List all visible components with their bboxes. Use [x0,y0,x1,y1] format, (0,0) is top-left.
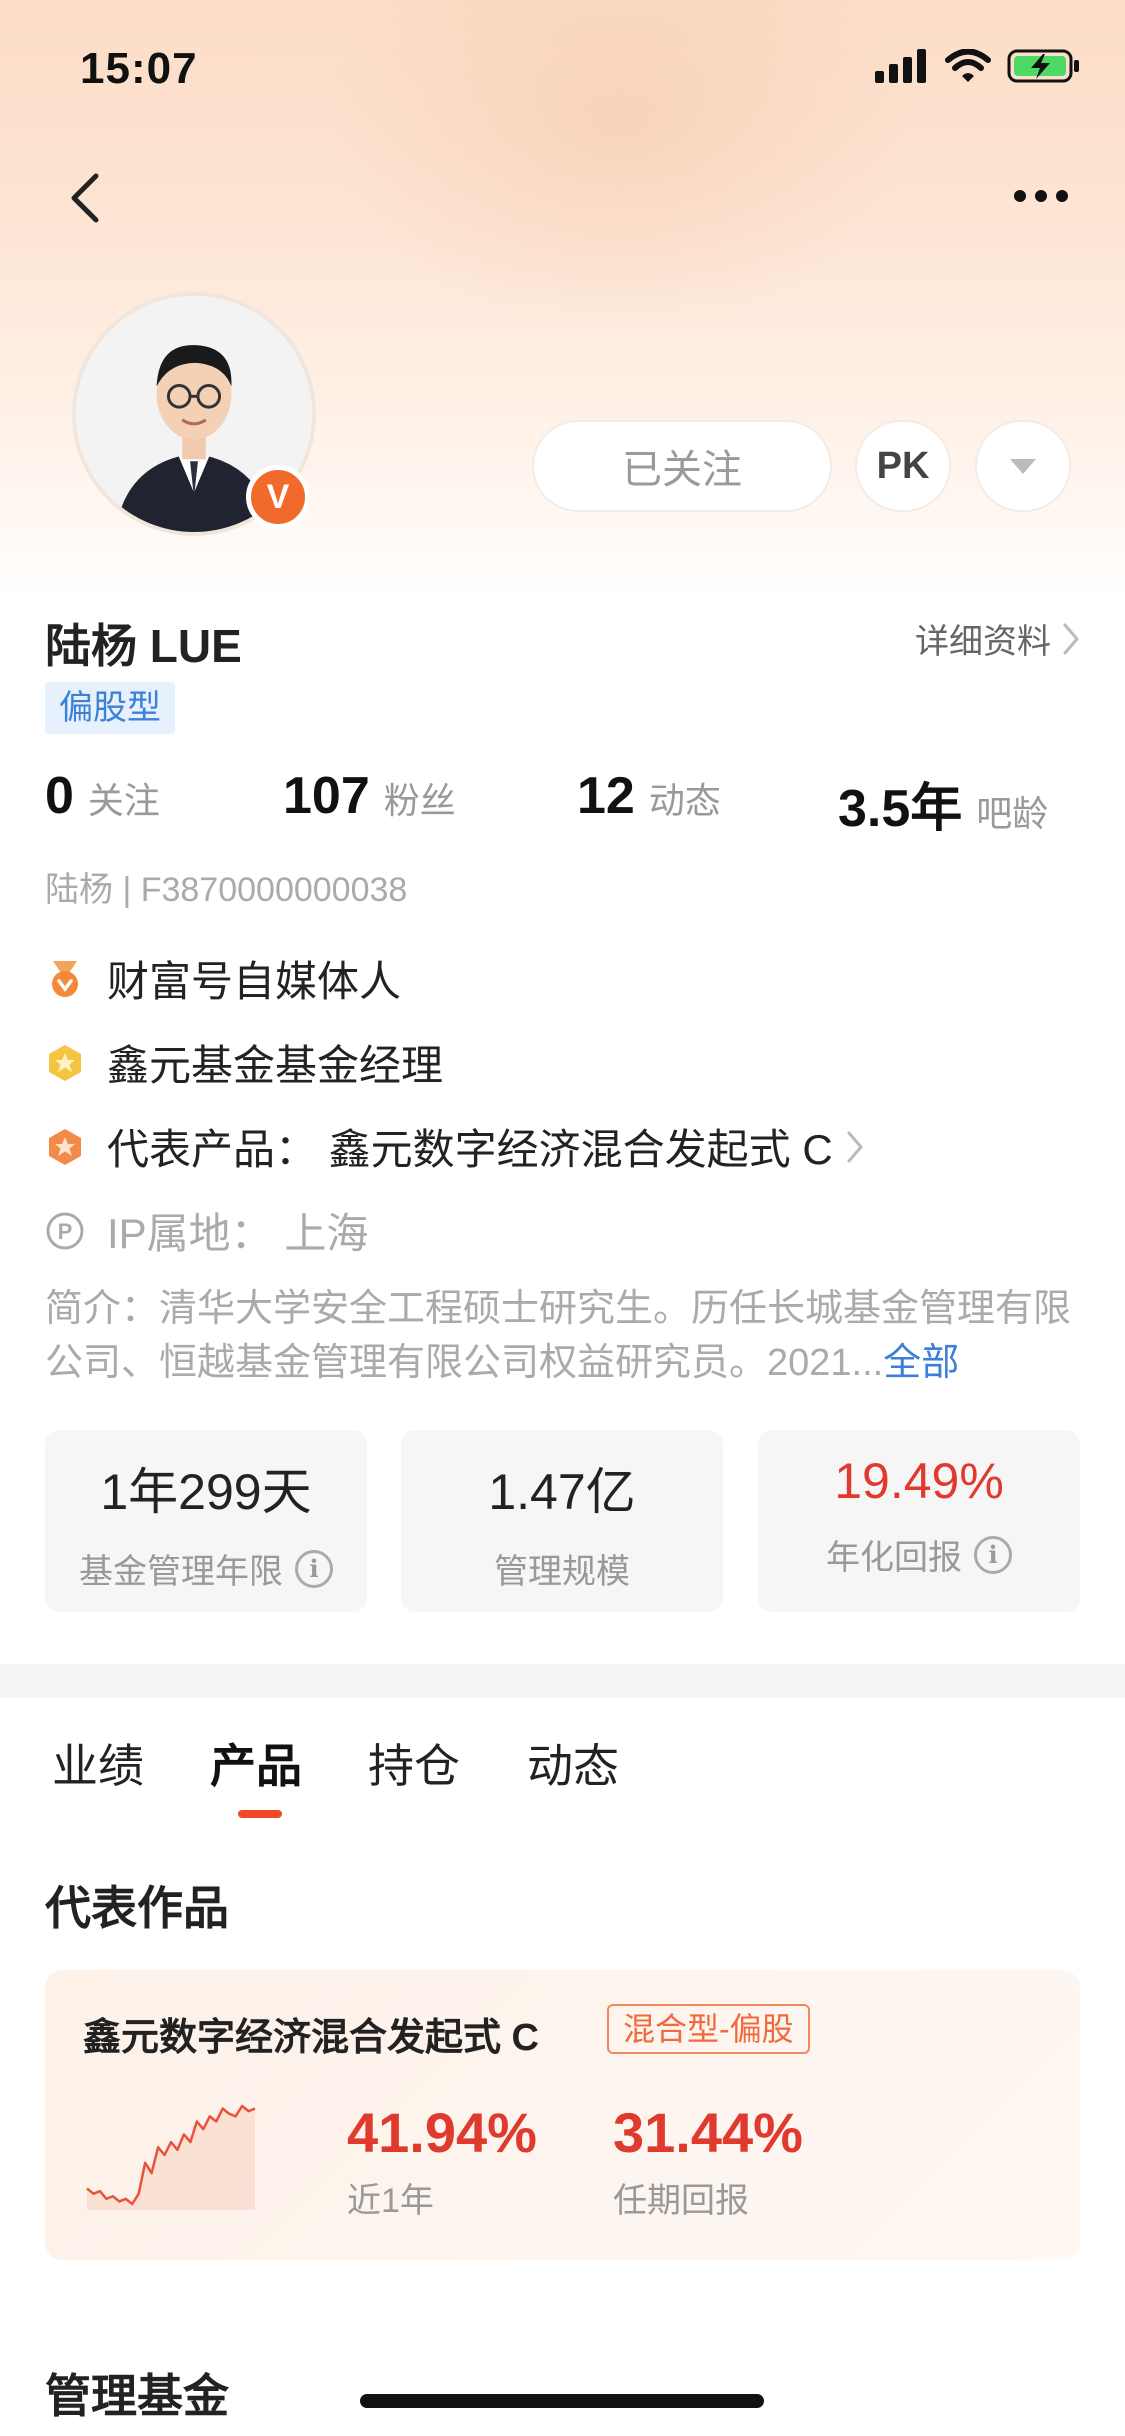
intro-text: 简介：清华大学安全工程硕士研究生。历任长城基金管理有限公司、恒越基金管理有限公司… [45,1282,1085,1390]
profile-name: 陆杨 LUE [45,620,242,672]
dot-icon [1056,190,1068,202]
info-text: 财富号自媒体人 [107,958,402,1005]
gold-badge-icon [45,1043,85,1083]
tab-performance[interactable]: 业绩 [52,1730,144,1796]
metric-card-annual-return: 19.49% 年化回报 i [758,1430,1080,1612]
metric-value: 1年299天 [100,1464,312,1520]
metric-card-aum: 1.47亿 管理规模 [401,1430,723,1612]
chevron-right-icon [1063,623,1079,654]
tab-bar: 业绩 产品 持仓 动态 [0,1730,1125,1850]
user-id-line: 陆杨 | F3870000000038 [45,871,408,909]
info-text: 代表产品： 鑫元数字经济混合发起式 C [107,1126,833,1173]
metric-label-row: 基金管理年限 i [45,1544,367,1593]
info-text: 鑫元基金基金经理 [107,1042,444,1089]
return-label: 任期回报 [613,2182,749,2220]
top-nav [0,150,1125,250]
stat-value: 107 [283,767,370,825]
signal-icon [875,49,926,83]
verified-badge-icon: V [246,465,310,529]
stat-label: 关注 [87,780,160,821]
fund-category-tag: 混合型-偏股 [607,2004,810,2054]
metric-label-row: 管理规模 [401,1544,723,1593]
representative-fund-card[interactable]: 鑫元数字经济混合发起式 C 混合型-偏股 41.94% 近1年 31.44% 任… [45,1970,1080,2260]
info-icon[interactable]: i [974,1535,1012,1574]
tab-feed[interactable]: 动态 [527,1730,619,1796]
metric-label-row: 年化回报 i [758,1530,1080,1579]
metric-card-tenure: 1年299天 基金管理年限 i [45,1430,367,1612]
return-term: 31.44% 任期回报 [613,2100,803,2222]
metric-label: 年化回报 [826,1539,962,1577]
active-tab-indicator [238,1810,282,1818]
detail-link-label: 详细资料 [915,623,1051,661]
chevron-right-icon [847,1131,863,1162]
stat-bar-age: 3.5年 吧龄 [838,766,1048,841]
dropdown-button[interactable] [975,420,1071,512]
status-icons [875,48,1081,84]
fund-style-tag: 偏股型 [45,682,175,734]
return-value: 41.94% [347,2101,537,2164]
stat-label: 吧龄 [976,793,1049,834]
metric-value: 1.47亿 [488,1464,636,1520]
metric-label: 管理规模 [494,1553,630,1591]
section-title-works: 代表作品 [45,1882,229,1934]
metric-value: 19.49% [834,1453,1004,1509]
orange-badge-icon [45,1127,85,1167]
metric-label: 基金管理年限 [79,1553,283,1591]
return-1y: 41.94% 近1年 [347,2100,537,2222]
stat-label: 粉丝 [383,780,456,821]
home-indicator [360,2394,764,2408]
info-media-author: 财富号自媒体人 [45,948,401,1009]
detail-profile-link[interactable]: 详细资料 [915,614,1081,663]
fund-sparkline [86,2104,256,2210]
status-bar: 15:07 [0,0,1125,140]
fund-name: 鑫元数字经济混合发起式 C [83,2017,540,2059]
tab-products[interactable]: 产品 [210,1730,302,1796]
stat-fans[interactable]: 107 粉丝 [283,766,456,826]
section-divider [0,1664,1125,1698]
sparkline-area [87,2106,255,2210]
stats-row: 0 关注 107 粉丝 12 动态 3.5年 吧龄 [45,766,1085,838]
wifi-icon [945,49,991,82]
intro-more-link[interactable]: 全部 [883,1342,959,1384]
more-options-button[interactable] [1001,176,1081,216]
stat-label: 动态 [648,780,721,821]
stat-value: 3.5年 [838,780,963,838]
pk-button[interactable]: PK [855,420,951,512]
back-button[interactable] [58,168,118,228]
info-text: IP属地： 上海 [107,1210,369,1257]
svg-text:P: P [58,1219,73,1244]
dot-icon [1014,190,1026,202]
chevron-left-icon [71,173,99,223]
ip-icon: P [45,1211,85,1251]
info-ip-location: P IP属地： 上海 [45,1200,368,1261]
return-label: 近1年 [347,2182,434,2220]
stat-following[interactable]: 0 关注 [45,766,160,826]
return-value: 31.44% [613,2101,803,2164]
stat-value: 12 [577,767,635,825]
info-representative-product[interactable]: 代表产品： 鑫元数字经济混合发起式 C [45,1116,865,1177]
dot-icon [1035,190,1047,202]
follow-button[interactable]: 已关注 [532,420,832,512]
stat-posts[interactable]: 12 动态 [577,766,721,826]
section-title-managed-funds: 管理基金 [45,2370,229,2422]
status-time: 15:07 [80,44,198,93]
medal-icon [45,959,85,999]
tab-holdings[interactable]: 持仓 [368,1730,460,1796]
info-fund-manager: 鑫元基金基金经理 [45,1032,443,1093]
caret-down-icon [1010,459,1036,474]
battery-charging-icon [1007,49,1079,83]
info-icon[interactable]: i [295,1549,333,1588]
stat-value: 0 [45,767,74,825]
